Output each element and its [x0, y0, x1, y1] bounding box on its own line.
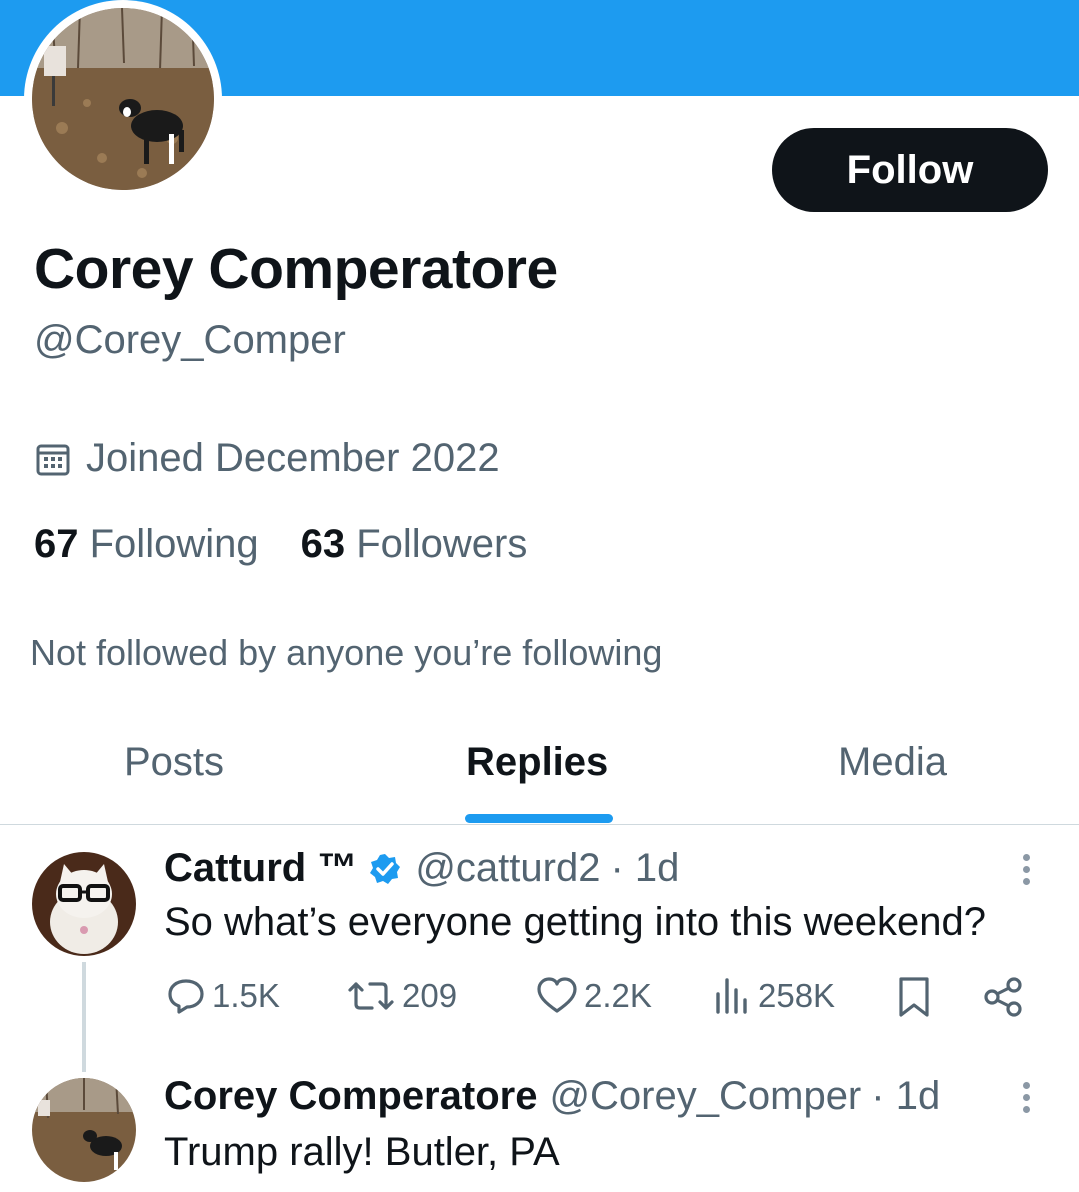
share-button[interactable] — [982, 976, 1030, 1018]
like-icon — [537, 977, 577, 1013]
tweet-text: Trump rally! Butler, PA — [164, 1130, 560, 1174]
follow-counts: 67 Following 63 Followers — [34, 522, 527, 567]
reply-button[interactable]: 1.5K — [166, 976, 280, 1016]
tweet-time[interactable]: · 1d — [871, 1074, 940, 1119]
profile-display-name: Corey Comperatore — [34, 237, 558, 301]
views-count: 258K — [758, 977, 836, 1014]
tweet-header: Corey Comperatore @Corey_Comper · 1d — [164, 1074, 940, 1119]
tab-replies[interactable]: Replies — [466, 740, 608, 785]
following-count-link[interactable]: 67 Following — [34, 522, 259, 567]
profile-avatar[interactable] — [24, 0, 222, 198]
repost-count: 209 — [402, 977, 458, 1014]
verified-badge-icon — [370, 853, 401, 884]
catturd-avatar[interactable] — [32, 852, 136, 956]
reply-count: 1.5K — [212, 977, 280, 1014]
bookmark-button[interactable] — [896, 976, 938, 1018]
active-tab-indicator — [465, 814, 613, 823]
tweet-author-handle[interactable]: @Corey_Comper — [549, 1074, 861, 1119]
tweet-header: Catturd ™ @catturd2 · 1d — [164, 846, 679, 891]
profile-handle: @Corey_Comper — [34, 318, 346, 362]
tweet-text: So what’s everyone getting into this wee… — [164, 900, 987, 944]
calendar-icon — [36, 444, 70, 475]
share-icon — [984, 977, 1022, 1017]
thread-connector — [82, 962, 86, 1072]
reply-icon — [168, 979, 204, 1014]
repost-button[interactable]: 209 — [346, 976, 457, 1016]
followers-count-link[interactable]: 63 Followers — [301, 522, 528, 567]
not-followed-note: Not followed by anyone you’re following — [30, 632, 663, 673]
profile-tabs: Posts Replies Media — [0, 720, 1079, 825]
repost-icon — [348, 982, 394, 1010]
like-button[interactable]: 2.2K — [536, 976, 652, 1016]
tab-posts[interactable]: Posts — [124, 740, 224, 785]
bookmark-icon — [899, 977, 929, 1017]
tweet-author-name[interactable]: Catturd ™ — [164, 846, 357, 891]
tab-media[interactable]: Media — [838, 740, 947, 785]
tweet-author-handle[interactable]: @catturd2 — [415, 846, 600, 891]
views-icon — [716, 978, 747, 1014]
tweet-author-name[interactable]: Corey Comperatore — [164, 1074, 537, 1119]
cat-photo — [32, 852, 136, 956]
avatar-dog-photo-small — [32, 1078, 136, 1182]
following-count: 67 — [34, 522, 79, 566]
tweet-more-icon[interactable] — [1021, 854, 1031, 894]
tweet-more-icon[interactable] — [1021, 1082, 1031, 1122]
tweet-actions: 1.5K 209 2.2K 258K — [166, 976, 1036, 1028]
followers-count: 63 — [300, 522, 346, 566]
views-button[interactable]: 258K — [712, 976, 835, 1016]
following-label: Following — [89, 522, 259, 566]
corey-avatar[interactable] — [32, 1078, 136, 1182]
like-count: 2.2K — [584, 977, 652, 1014]
tweet-time[interactable]: · 1d — [610, 846, 679, 891]
joined-text: Joined December 2022 — [86, 436, 500, 480]
joined-date: Joined December 2022 — [36, 436, 500, 481]
avatar-dog-photo — [32, 8, 214, 190]
follow-button[interactable]: Follow — [772, 128, 1048, 212]
followers-label: Followers — [356, 522, 528, 566]
